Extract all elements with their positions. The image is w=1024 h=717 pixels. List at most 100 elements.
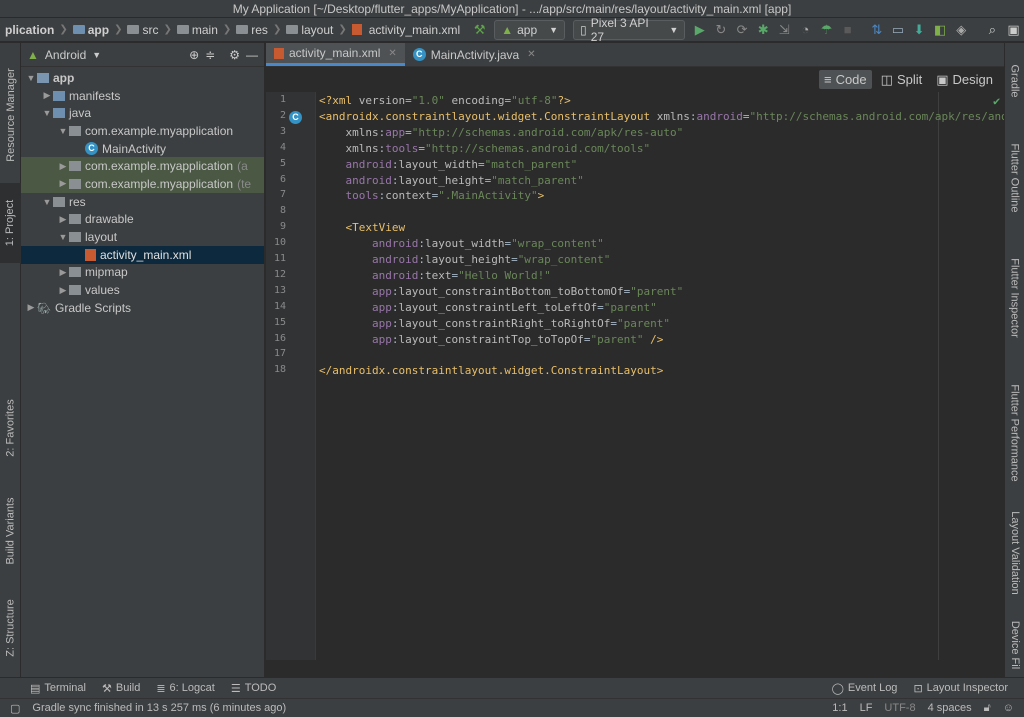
- caret-position[interactable]: 1:1: [826, 702, 853, 714]
- code-line[interactable]: xmlns:tools="http://schemas.android.com/…: [319, 141, 651, 157]
- git-icon[interactable]: ☺︎: [997, 702, 1020, 714]
- run-icon[interactable]: ▶: [689, 20, 710, 40]
- code-line[interactable]: android:layout_height="match_parent": [319, 173, 584, 189]
- tree-item[interactable]: ▶ 🐘︎ Gradle Scripts: [21, 299, 264, 317]
- event-log-button[interactable]: ◯ Event Log: [824, 682, 906, 695]
- code-with-me-icon[interactable]: ▣: [1003, 20, 1024, 40]
- tool-tab-layout-validation[interactable]: Layout Validation: [1005, 498, 1024, 608]
- attach-debugger-icon[interactable]: ⇲: [774, 20, 795, 40]
- breadcrumb-file[interactable]: activity_main.xml: [347, 23, 465, 37]
- profile-icon[interactable]: ◔: [795, 20, 816, 40]
- breadcrumb-layout[interactable]: layout: [281, 23, 338, 37]
- coverage-icon[interactable]: ☂: [816, 20, 837, 40]
- code-line[interactable]: android:layout_width="wrap_content": [319, 236, 604, 252]
- chevron-icon[interactable]: ▶: [25, 302, 37, 313]
- tree-item[interactable]: ▼ java: [21, 104, 264, 122]
- tree-item[interactable]: ▶ values: [21, 281, 264, 299]
- tree-item[interactable]: ▼ res: [21, 193, 264, 211]
- breadcrumb-src[interactable]: src: [122, 23, 163, 37]
- horizontal-scrollbar[interactable]: [266, 660, 1004, 677]
- build-tool-button[interactable]: ⚒ Build: [94, 682, 148, 695]
- hide-icon[interactable]: —: [246, 48, 258, 62]
- tool-tab-flutter-performance[interactable]: Flutter Performance: [1005, 363, 1024, 503]
- code-line[interactable]: android:text="Hello World!": [319, 268, 551, 284]
- chevron-icon[interactable]: ▶: [57, 267, 69, 278]
- stop-icon[interactable]: ■: [837, 20, 858, 40]
- tool-tab-gradle[interactable]: Gradle: [1005, 53, 1024, 108]
- breadcrumb-project[interactable]: plication: [0, 23, 59, 37]
- code-line[interactable]: app:layout_constraintLeft_toLeftOf="pare…: [319, 300, 657, 316]
- tool-tab-project[interactable]: 1: Project: [0, 183, 21, 263]
- tree-item[interactable]: ▶ mipmap: [21, 264, 264, 282]
- code-line[interactable]: android:layout_width="match_parent": [319, 157, 578, 173]
- gear-icon[interactable]: ⚙: [229, 48, 240, 62]
- tree-item[interactable]: C MainActivity: [21, 140, 264, 158]
- breadcrumb-main[interactable]: main: [172, 23, 223, 37]
- hammer-icon[interactable]: ⚒: [469, 20, 490, 40]
- chevron-icon[interactable]: ▼: [41, 108, 53, 118]
- code-line[interactable]: <TextView: [319, 220, 406, 236]
- tree-item[interactable]: ▶ com.example.myapplication (a: [21, 157, 264, 176]
- status-message[interactable]: Gradle sync finished in 13 s 257 ms (6 m…: [26, 702, 292, 714]
- run-config-select[interactable]: ▲ app ▼: [494, 19, 566, 40]
- tool-tab-flutter-inspector[interactable]: Flutter Inspector: [1005, 238, 1024, 358]
- tab-activity-main-xml[interactable]: activity_main.xml ✕: [266, 43, 405, 66]
- code-line[interactable]: app:layout_constraintBottom_toBottomOf="…: [319, 284, 683, 300]
- tool-tab-device-file[interactable]: Device Fil: [1005, 613, 1024, 677]
- tree-item[interactable]: ▶ drawable: [21, 211, 264, 229]
- project-view-select[interactable]: Android: [45, 48, 86, 62]
- tree-item[interactable]: ▼ layout: [21, 228, 264, 246]
- close-icon[interactable]: ✕: [388, 48, 396, 59]
- chevron-icon[interactable]: ▼: [57, 232, 69, 242]
- line-separator[interactable]: LF: [854, 702, 879, 714]
- terminal-tool-button[interactable]: ▤ Terminal: [22, 682, 94, 695]
- chevron-icon[interactable]: ▶: [57, 161, 69, 172]
- device-select[interactable]: ▯ Pixel 3 API 27 ▼: [573, 16, 686, 44]
- chevron-icon[interactable]: ▶: [57, 285, 69, 296]
- chevron-icon[interactable]: ▼: [57, 126, 69, 136]
- avd-manager-icon[interactable]: ▭: [887, 20, 908, 40]
- breadcrumb-app[interactable]: app: [68, 23, 114, 37]
- code-line[interactable]: android:layout_height="wrap_content": [319, 252, 610, 268]
- design-mode-button[interactable]: ▣ Design: [931, 70, 998, 90]
- chevron-icon[interactable]: ▶: [57, 178, 69, 189]
- tab-main-activity-java[interactable]: C MainActivity.java ✕: [405, 43, 544, 66]
- code-editor[interactable]: ✔ <?xml version="1.0" encoding="utf-8"?>…: [319, 92, 1024, 660]
- breadcrumb-res[interactable]: res: [231, 23, 273, 37]
- code-line[interactable]: </androidx.constraintlayout.widget.Const…: [319, 363, 663, 379]
- code-line[interactable]: <androidx.constraintlayout.widget.Constr…: [319, 109, 1024, 125]
- code-line[interactable]: <?xml version="1.0" encoding="utf-8"?>: [319, 93, 571, 109]
- logcat-tool-button[interactable]: ≣ 6: Logcat: [148, 682, 222, 695]
- code-line[interactable]: app:layout_constraintRight_toRightOf="pa…: [319, 316, 670, 332]
- layout-inspector-icon[interactable]: ◧: [930, 20, 951, 40]
- code-line[interactable]: tools:context=".MainActivity">: [319, 188, 545, 204]
- tool-tab-resource-manager[interactable]: Resource Manager: [0, 55, 21, 175]
- indent-setting[interactable]: 4 spaces: [922, 702, 978, 714]
- chevron-icon[interactable]: ▼: [25, 73, 37, 83]
- tool-tab-structure[interactable]: Z: Structure: [0, 588, 21, 668]
- tree-item[interactable]: ▼ app: [21, 69, 264, 87]
- locate-icon[interactable]: ⊕: [189, 48, 199, 62]
- tool-tab-favorites[interactable]: 2: Favorites: [0, 383, 21, 473]
- todo-tool-button[interactable]: ☰ TODO: [223, 682, 284, 695]
- chevron-icon[interactable]: ▼: [41, 197, 53, 207]
- code-mode-button[interactable]: ≡ Code: [818, 70, 872, 89]
- class-gutter-icon[interactable]: C: [289, 111, 302, 124]
- tree-item[interactable]: ▶ manifests: [21, 87, 264, 105]
- search-icon[interactable]: ⌕: [982, 20, 1003, 40]
- resource-icon[interactable]: ◈: [951, 20, 972, 40]
- collapse-all-icon[interactable]: ≑: [205, 48, 215, 62]
- tree-item[interactable]: activity_main.xml: [21, 245, 264, 264]
- tree-item[interactable]: ▼ com.example.myapplication: [21, 122, 264, 140]
- chevron-icon[interactable]: ▶: [57, 214, 69, 225]
- sdk-manager-icon[interactable]: ⬇: [908, 20, 929, 40]
- debug-icon[interactable]: ✱: [753, 20, 774, 40]
- apply-code-changes-icon[interactable]: ⟳: [731, 20, 752, 40]
- file-encoding[interactable]: UTF-8: [878, 702, 921, 714]
- lock-icon[interactable]: 🔓︎: [978, 702, 997, 715]
- tree-item[interactable]: ▶ com.example.myapplication (te: [21, 175, 264, 193]
- close-icon[interactable]: ✕: [527, 49, 535, 60]
- code-line[interactable]: app:layout_constraintTop_toTopOf="parent…: [319, 332, 663, 348]
- layout-inspector-button[interactable]: ⊡ Layout Inspector: [905, 682, 1016, 695]
- status-toggle-icon[interactable]: ▢: [4, 702, 26, 715]
